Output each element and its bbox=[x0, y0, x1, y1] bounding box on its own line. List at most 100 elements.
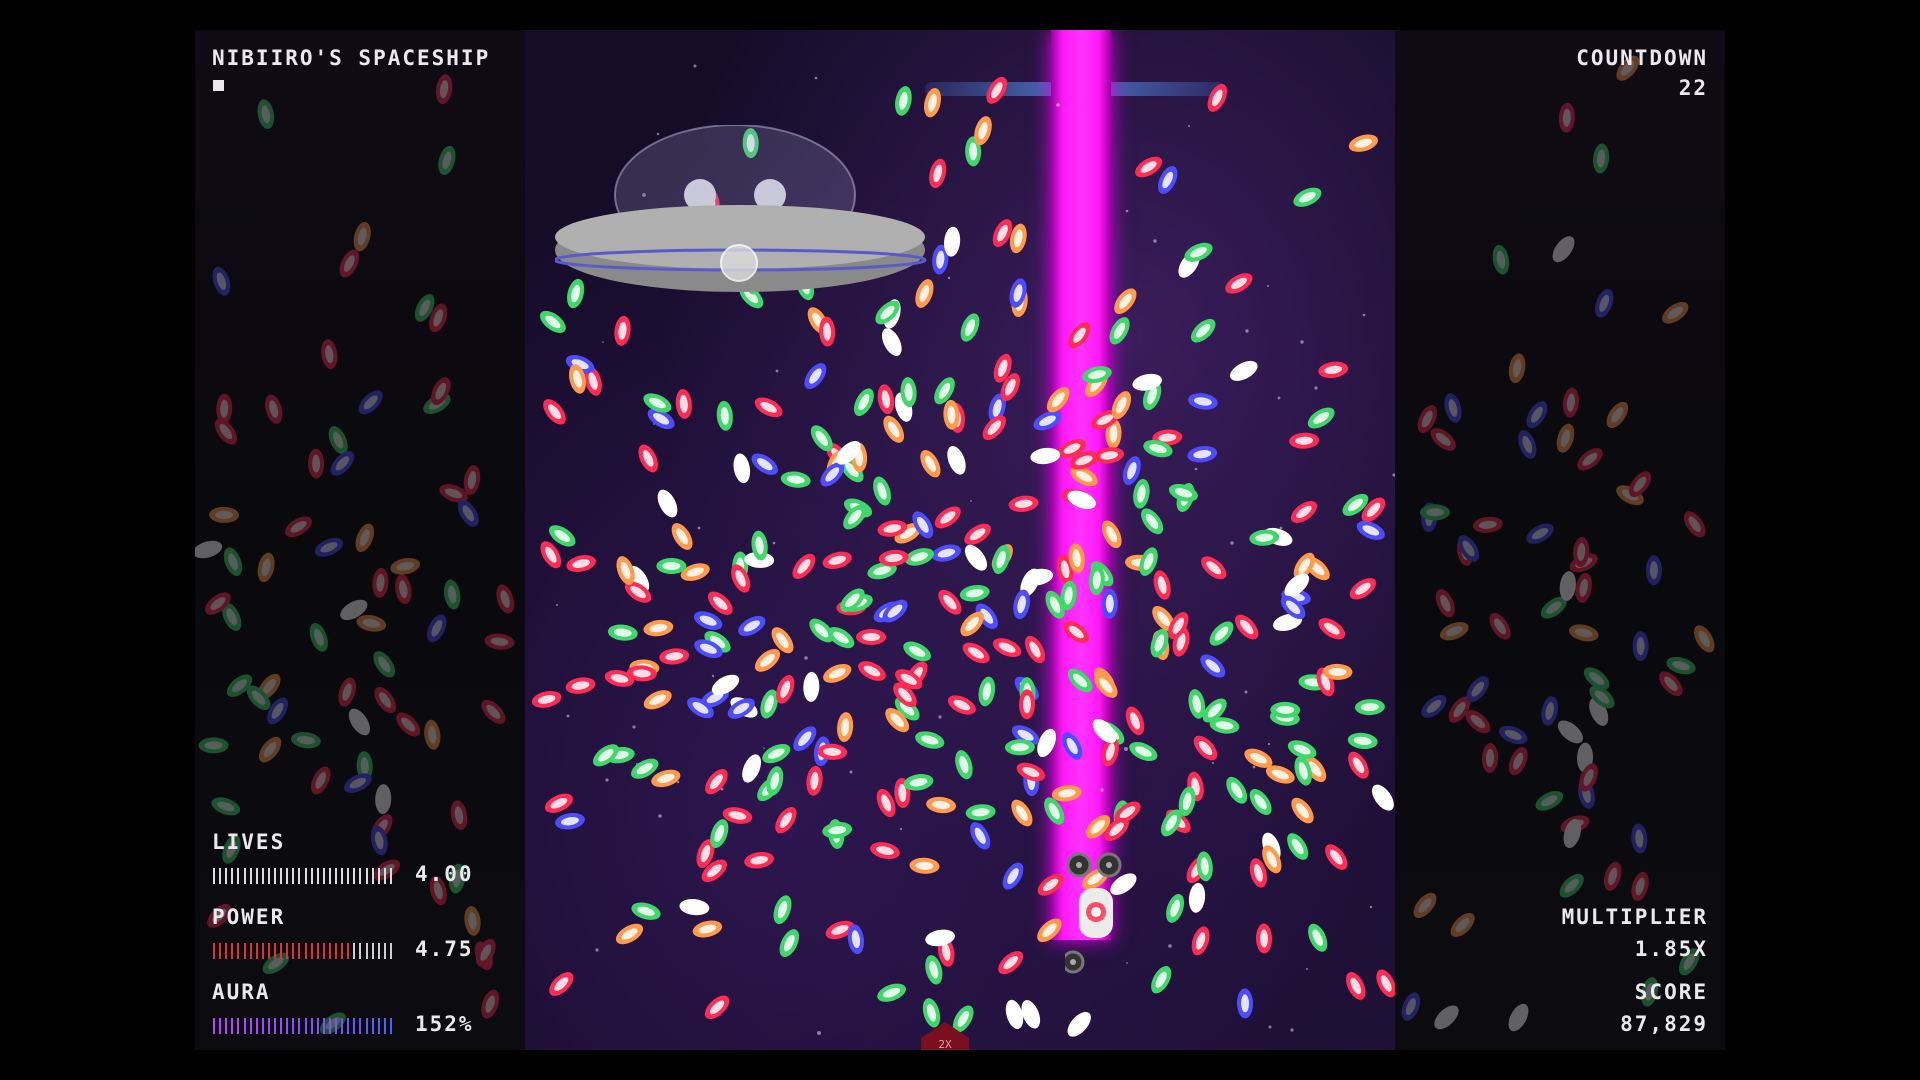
meter-tick bbox=[225, 868, 228, 884]
bullet-icon bbox=[955, 750, 973, 780]
bullet-icon bbox=[964, 523, 991, 545]
bullet-icon bbox=[1575, 572, 1592, 603]
meter-tick bbox=[261, 868, 264, 884]
meter-tick bbox=[310, 943, 313, 959]
bullet-icon bbox=[531, 690, 562, 708]
meter-tick bbox=[249, 943, 252, 959]
meter-tick bbox=[377, 868, 380, 884]
bullet-icon bbox=[780, 471, 811, 488]
meter-tick bbox=[286, 1018, 289, 1034]
bullet-icon bbox=[744, 851, 774, 869]
meter-tick bbox=[298, 1018, 301, 1034]
bullet-icon bbox=[555, 812, 585, 830]
star bbox=[1314, 386, 1318, 390]
bullet-icon bbox=[1046, 387, 1070, 413]
meter-tick bbox=[225, 1018, 228, 1034]
star bbox=[772, 541, 776, 545]
bullet-icon bbox=[1498, 725, 1528, 745]
star bbox=[697, 526, 701, 530]
power-value: 4.75 bbox=[415, 937, 474, 961]
bullet-icon bbox=[443, 579, 461, 610]
bullet-icon bbox=[1631, 871, 1649, 902]
score-bonus-marker: 2X bbox=[921, 1022, 969, 1050]
meter-tick bbox=[371, 943, 374, 959]
bullet-icon bbox=[1535, 790, 1564, 811]
bullet-icon bbox=[1101, 588, 1118, 619]
bullet-icon bbox=[607, 624, 638, 641]
background-bullet-pattern bbox=[1401, 55, 1715, 1032]
star bbox=[1126, 962, 1128, 964]
bullet-icon bbox=[1348, 134, 1378, 152]
meter-tick bbox=[328, 1018, 331, 1034]
star bbox=[1230, 541, 1234, 545]
bullet-icon bbox=[965, 804, 996, 821]
bullet-icon bbox=[1694, 625, 1715, 653]
bullet-icon bbox=[656, 558, 687, 574]
bullet-icon bbox=[1008, 495, 1039, 512]
bullet-icon bbox=[754, 648, 781, 672]
meter-tick bbox=[213, 868, 215, 884]
bullet-icon bbox=[1683, 511, 1706, 538]
bullet-icon bbox=[257, 552, 275, 583]
meter-tick bbox=[304, 1018, 307, 1034]
bullet-icon bbox=[978, 676, 996, 707]
bullet-icon bbox=[1541, 696, 1559, 726]
bullet-icon bbox=[858, 661, 886, 681]
meter-tick bbox=[237, 1018, 240, 1034]
meter-tick bbox=[261, 943, 264, 959]
score-value: 87,829 bbox=[1620, 1012, 1708, 1036]
bullet-icon bbox=[1632, 631, 1649, 662]
bullet-icon bbox=[803, 671, 820, 702]
bullet-icon bbox=[1201, 556, 1227, 580]
star bbox=[814, 76, 818, 80]
bullet-icon bbox=[1004, 739, 1035, 756]
countdown-label: COUNTDOWN bbox=[1576, 46, 1708, 70]
bullet-icon bbox=[960, 313, 980, 342]
bullet-icon bbox=[856, 629, 887, 645]
star bbox=[1212, 762, 1214, 764]
bullet-icon bbox=[481, 989, 500, 1019]
star bbox=[1056, 103, 1060, 107]
bullet-icon bbox=[435, 74, 453, 105]
meter-tick bbox=[335, 1018, 337, 1034]
bullet-icon bbox=[1287, 833, 1309, 860]
bullet-icon bbox=[1153, 570, 1171, 600]
bullet-icon bbox=[355, 523, 375, 553]
meter-tick bbox=[243, 1018, 246, 1034]
bullet-icon bbox=[1307, 407, 1335, 429]
bullet-icon bbox=[986, 76, 1008, 104]
meter-tick bbox=[292, 868, 295, 884]
bullet-icon bbox=[659, 648, 690, 665]
meter-tick bbox=[286, 943, 289, 959]
meter-tick bbox=[292, 1018, 295, 1034]
bullet-icon bbox=[1235, 614, 1259, 640]
meter-tick bbox=[389, 943, 392, 959]
bullet-icon bbox=[1450, 912, 1475, 938]
bullet-icon bbox=[1558, 102, 1575, 133]
bullet-icon bbox=[1114, 288, 1137, 315]
meter-tick bbox=[219, 943, 222, 959]
meter-tick bbox=[267, 1018, 270, 1034]
bullet-icon bbox=[692, 920, 723, 938]
bullet-icon bbox=[762, 743, 791, 764]
star bbox=[1369, 905, 1373, 909]
bullet-icon bbox=[1030, 447, 1061, 465]
star bbox=[1300, 340, 1304, 344]
bullet-icon bbox=[806, 765, 823, 796]
meter-tick bbox=[383, 1018, 386, 1034]
meter-tick bbox=[280, 868, 283, 884]
bullet-icon bbox=[1318, 618, 1346, 640]
meter-tick bbox=[377, 943, 380, 959]
star bbox=[556, 604, 558, 606]
bullet-icon bbox=[631, 902, 661, 920]
bullet-icon bbox=[310, 766, 331, 795]
star bbox=[1100, 788, 1104, 792]
star bbox=[899, 827, 903, 831]
star bbox=[1153, 239, 1157, 243]
meter-tick bbox=[359, 943, 362, 959]
bullet-icon bbox=[1207, 83, 1228, 112]
star bbox=[1392, 473, 1395, 477]
bullet-icon bbox=[549, 972, 574, 996]
meter-tick bbox=[328, 943, 331, 959]
bullet-icon bbox=[543, 399, 566, 425]
